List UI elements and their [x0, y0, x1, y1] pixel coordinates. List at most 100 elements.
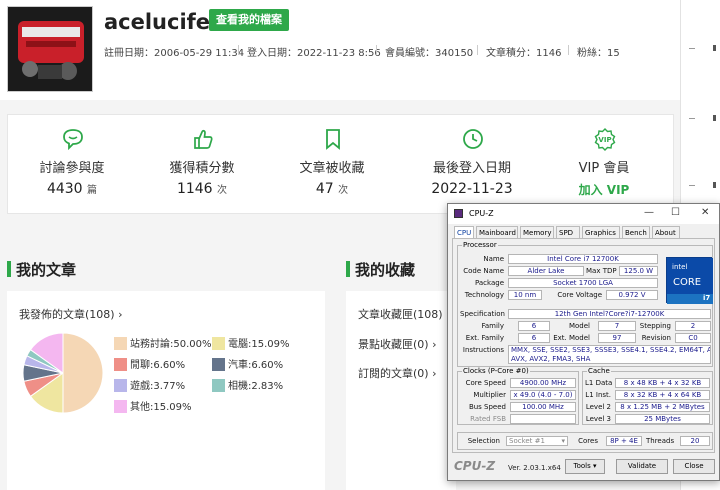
chat-bubble-icon	[63, 129, 83, 151]
article-favorites-link[interactable]: 文章收藏匣(108) ›	[358, 306, 450, 322]
stat-label: 最後登入日期	[432, 161, 511, 176]
scroll-marker	[713, 182, 716, 188]
legend-item: 其他:15.09%	[114, 398, 192, 413]
legend-item: 閒聊:6.60%	[114, 356, 185, 371]
legend-label: 相機:2.83%	[228, 381, 284, 392]
close-button[interactable]: Close	[673, 459, 715, 474]
instructions-label: Instructions	[462, 346, 504, 354]
clock-icon	[463, 129, 483, 149]
codename-label: Code Name	[463, 267, 504, 275]
avatar-engine-image	[8, 7, 92, 91]
instructions-line: MMX, SSE, SSE2, SSE3, SSSE3, SSE4.1, SSE…	[511, 346, 711, 354]
vip-badge-icon: VIP	[594, 128, 616, 151]
stat-unit: 篇	[87, 185, 98, 196]
svg-text:VIP: VIP	[598, 136, 611, 144]
login-date-text: 登入日期：2022-11-23 8:56	[247, 48, 381, 59]
cpuz-titlebar[interactable]: CPU-Z — ☐ ✕	[448, 204, 719, 224]
article-points: 文章積分：1146	[477, 44, 561, 59]
intel-core-i7-logo-art: intel CORE i7	[667, 258, 713, 304]
validate-button[interactable]: Validate	[616, 459, 668, 474]
divider	[689, 118, 695, 119]
tools-button-label: Tools	[573, 462, 591, 470]
name-label: Name	[483, 255, 504, 263]
cpuz-cpu-tab-content: Processor Name Intel Core i7 12700K Code…	[452, 238, 715, 453]
close-icon[interactable]: ✕	[701, 207, 709, 218]
member-id: 會員編號：340150	[376, 44, 473, 59]
spec-label: Specification	[460, 310, 505, 318]
technology-label: Technology	[464, 291, 504, 299]
tab-about[interactable]: About	[652, 226, 680, 238]
divider	[689, 185, 695, 186]
family-label: Family	[481, 322, 504, 330]
legend-item: 站務討論:50.00%	[114, 335, 212, 350]
cpuz-footer: CPU-Z Ver. 2.03.1.x64 Tools ▾ Validate C…	[452, 456, 715, 478]
tab-bench[interactable]: Bench	[622, 226, 650, 238]
scroll-marker	[713, 115, 716, 121]
legend-swatch	[114, 379, 127, 392]
legend-label: 站務討論:50.00%	[130, 339, 212, 350]
tab-memory[interactable]: Memory	[520, 226, 554, 238]
extfamily-value: 6	[518, 333, 550, 343]
tab-mainboard[interactable]: Mainboard	[476, 226, 518, 238]
legend-label: 其他:15.09%	[130, 402, 192, 413]
tab-spd[interactable]: SPD	[556, 226, 580, 238]
category-pie-chart	[22, 332, 104, 414]
avatar[interactable]	[7, 6, 93, 92]
processor-group: Processor Name Intel Core i7 12700K Code…	[457, 241, 713, 367]
fans-count-text: 粉絲：15	[577, 48, 620, 59]
corespeed-label: Core Speed	[465, 379, 506, 387]
cpuz-window[interactable]: CPU-Z — ☐ ✕ CPU Mainboard Memory SPD Gra…	[447, 203, 720, 481]
busspeed-label: Bus Speed	[468, 403, 506, 411]
subscribed-articles-link[interactable]: 訂閱的文章(0) ›	[358, 365, 436, 381]
intel-core-i7-logo: intel CORE i7	[666, 257, 713, 304]
stepping-label: Stepping	[639, 322, 671, 330]
spot-favorites-link[interactable]: 景點收藏匣(0) ›	[358, 336, 436, 352]
l1data-label: L1 Data	[585, 379, 613, 387]
legend-swatch	[212, 337, 225, 350]
level3-label: Level 3	[585, 415, 611, 423]
stat-label: 獲得積分數	[169, 161, 235, 176]
cpuz-app-icon	[454, 209, 463, 218]
socket-select[interactable]: Socket #1 ▾	[506, 436, 568, 446]
clocks-group-title: Clocks (P-Core #0)	[462, 367, 530, 375]
legend-item: 遊戲:3.77%	[114, 377, 185, 392]
stat-number: 47	[315, 181, 334, 197]
processor-group-title: Processor	[462, 241, 498, 249]
revision-value: C0	[675, 333, 711, 343]
legend-label: 閒聊:6.60%	[130, 360, 186, 371]
legend-label: 遊戲:3.77%	[130, 381, 186, 392]
ratedfsb-value	[510, 414, 576, 424]
stepping-value: 2	[675, 321, 711, 331]
chevron-down-icon: ▾	[561, 437, 565, 445]
join-vip-link[interactable]: 加入 VIP	[549, 181, 659, 198]
cpuz-version: Ver. 2.03.1.x64	[508, 464, 561, 472]
maximize-icon[interactable]: ☐	[671, 207, 680, 218]
tab-cpu[interactable]: CPU	[454, 226, 474, 238]
stat-label: 文章被收藏	[299, 161, 365, 176]
minimize-icon[interactable]: —	[644, 207, 654, 218]
multiplier-label: Multiplier	[473, 391, 506, 399]
pie-slice	[62, 332, 104, 414]
my-posts-link[interactable]: 我發佈的文章(108) ›	[19, 306, 122, 322]
socket-select-value: Socket #1	[509, 437, 545, 445]
maxtdp-label: Max TDP	[586, 267, 617, 275]
family-value: 6	[518, 321, 550, 331]
stat-number: 4430	[46, 181, 83, 197]
legend-swatch	[212, 358, 225, 371]
tab-graphics[interactable]: Graphics	[582, 226, 620, 238]
tools-button[interactable]: Tools ▾	[565, 459, 605, 474]
divider	[689, 48, 695, 49]
cpuz-brand-logo: CPU-Z	[454, 459, 496, 473]
corevoltage-value: 0.972 V	[606, 290, 658, 300]
l1inst-value: 8 x 32 KB + 4 x 64 KB	[615, 390, 710, 400]
extfamily-label: Ext. Family	[465, 334, 504, 342]
stat-value: 2022-11-23	[417, 181, 527, 197]
maxtdp-value: 125.0 W	[619, 266, 658, 276]
cache-group: Cache L1 Data 8 x 48 KB + 4 x 32 KB L1 I…	[582, 367, 713, 425]
revision-label: Revision	[641, 334, 671, 342]
chevron-down-icon: ▾	[592, 462, 597, 470]
stat-number: 2022-11-23	[431, 181, 513, 197]
view-profile-button[interactable]: 查看我的檔案	[209, 9, 289, 31]
intel-core-text: CORE	[673, 277, 701, 288]
threads-label: Threads	[646, 437, 675, 445]
